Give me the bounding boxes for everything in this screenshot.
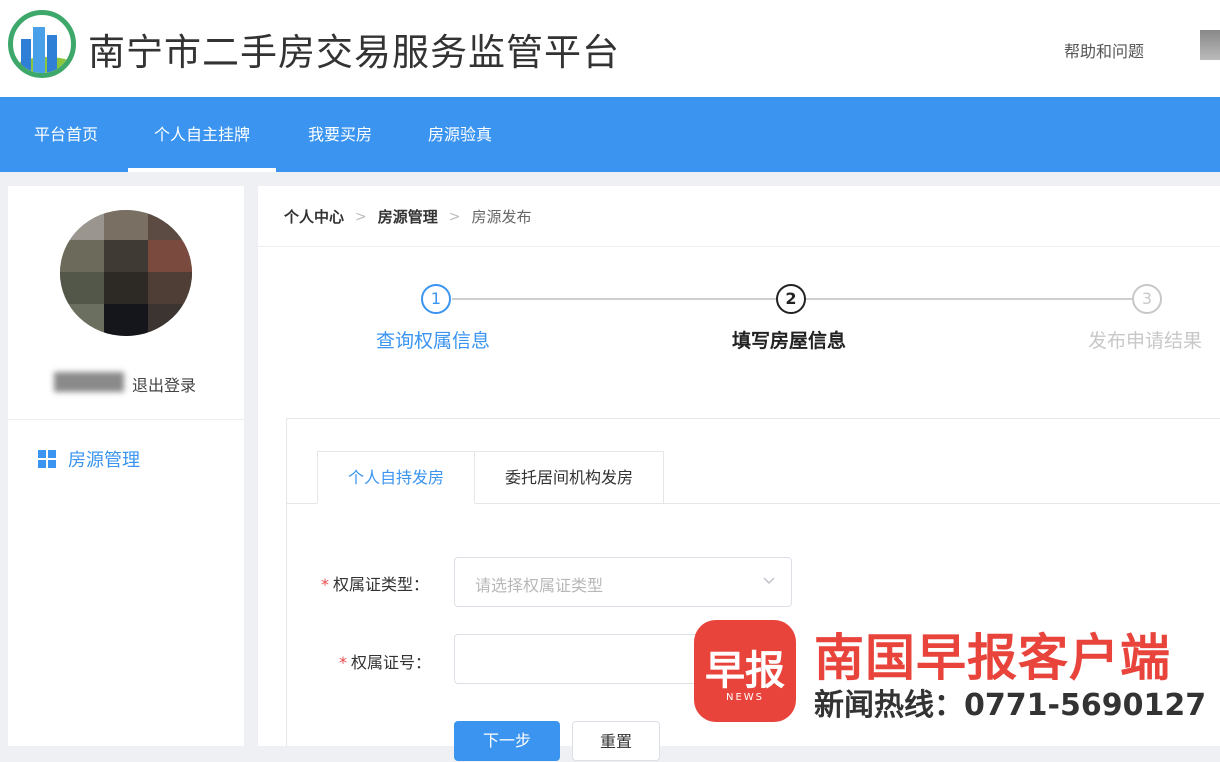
cert-type-select[interactable]: 请选择权属证类型: [454, 557, 792, 607]
header: 南宁市二手房交易服务监管平台 帮助和问题: [0, 0, 1220, 97]
breadcrumb-divider: [258, 246, 1220, 247]
step-1-label: 查询权属信息: [376, 330, 491, 352]
nav-item-buy-house[interactable]: 我要买房: [308, 97, 372, 172]
help-link[interactable]: 帮助和问题: [1064, 38, 1144, 62]
breadcrumb-listing-management[interactable]: 房源管理: [378, 206, 438, 227]
required-mark: *: [339, 653, 347, 672]
required-mark: *: [321, 575, 329, 594]
step-2-label: 填写房屋信息: [732, 330, 847, 352]
breadcrumb-personal-center[interactable]: 个人中心: [284, 206, 344, 227]
nav-item-verify-listing[interactable]: 房源验真: [428, 97, 492, 172]
reset-button[interactable]: 重置: [572, 721, 660, 761]
breadcrumb-separator-icon: >: [355, 208, 367, 225]
step-3-label: 发布申请结果: [1088, 330, 1203, 352]
step-1-circle: 1: [421, 284, 451, 314]
sidebar-divider: [8, 419, 244, 420]
tab-self-publish[interactable]: 个人自持发房: [317, 451, 475, 504]
username-blurred: [54, 372, 124, 392]
chevron-down-icon: [763, 577, 775, 585]
sidebar: 退出登录 房源管理: [8, 186, 244, 746]
grid-icon: [38, 450, 56, 468]
cert-type-placeholder: 请选择权属证类型: [475, 576, 604, 595]
avatar[interactable]: [60, 210, 192, 336]
newspaper-watermark-logo: 早报 NEWS: [694, 620, 796, 722]
logout-link[interactable]: 退出登录: [132, 372, 196, 396]
step-connector: [452, 298, 776, 300]
user-thumbnail[interactable]: [1200, 30, 1220, 60]
tab-agency-publish[interactable]: 委托居间机构发房: [474, 451, 664, 504]
site-logo[interactable]: [8, 10, 76, 78]
main-nav: 平台首页 个人自主挂牌 我要买房 房源验真: [0, 97, 1220, 172]
step-connector: [806, 298, 1132, 300]
watermark-hotline: 新闻热线：0771-5690127: [814, 688, 1207, 723]
step-3-circle: 3: [1132, 284, 1162, 314]
site-title: 南宁市二手房交易服务监管平台: [88, 31, 620, 74]
cert-no-label: * 权属证号：: [339, 653, 432, 672]
breadcrumb: 个人中心 > 房源管理 > 房源发布: [284, 206, 532, 227]
breadcrumb-listing-publish: 房源发布: [471, 208, 532, 226]
step-2-circle: 2: [776, 284, 806, 314]
sidebar-item-label: 房源管理: [68, 450, 140, 471]
cert-type-label: * 权属证类型：: [321, 575, 430, 594]
breadcrumb-separator-icon: >: [448, 208, 461, 225]
nav-item-self-listing[interactable]: 个人自主挂牌: [127, 97, 277, 172]
next-step-button[interactable]: 下一步: [454, 721, 560, 761]
sidebar-item-listing-management[interactable]: 房源管理: [38, 446, 140, 472]
nav-item-home[interactable]: 平台首页: [34, 97, 98, 172]
